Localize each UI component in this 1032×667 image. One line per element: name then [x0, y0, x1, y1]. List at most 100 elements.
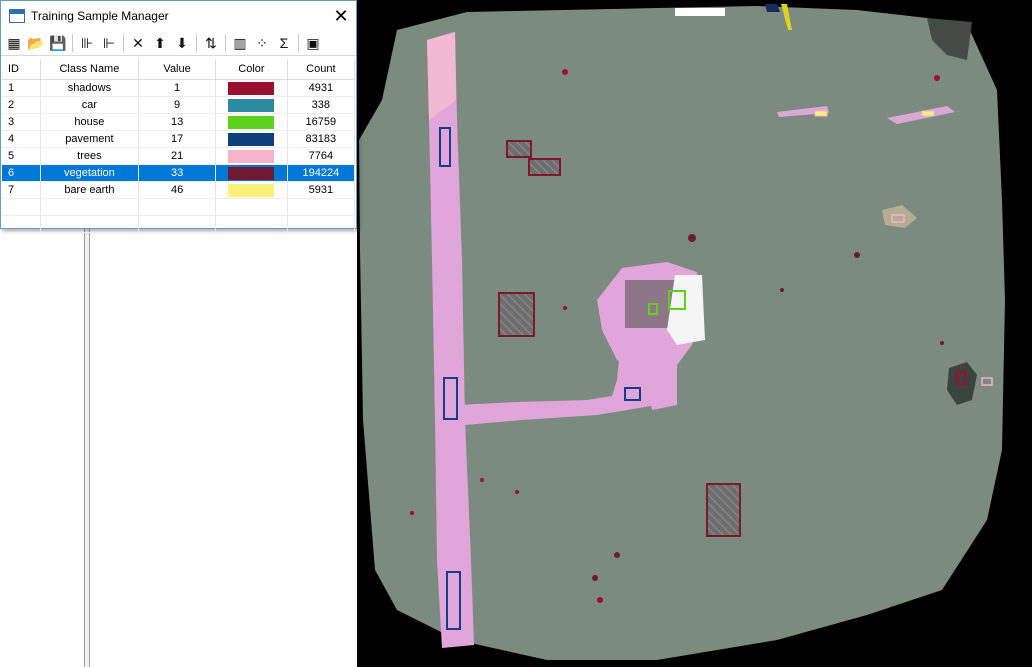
empty-cell	[215, 198, 288, 216]
sample-hatched-3	[498, 292, 535, 337]
cell-value: 46	[138, 181, 217, 199]
sort-icon[interactable]: ⇅	[200, 32, 222, 54]
header-count[interactable]: Count	[287, 59, 356, 80]
speck	[410, 511, 414, 515]
speck	[940, 341, 944, 345]
move-up-icon[interactable]: ⬆	[149, 32, 171, 54]
close-icon[interactable]: ✕	[326, 1, 356, 31]
empty-cell	[215, 215, 288, 233]
cell-value: 1	[138, 79, 217, 97]
table-row[interactable]: 6 vegetation 33 194224	[2, 164, 356, 182]
scatterplot-icon[interactable]: ⁘	[251, 32, 273, 54]
cell-id: 7	[2, 181, 41, 199]
cell-value: 17	[138, 130, 217, 148]
color-cell	[215, 113, 288, 131]
color-cell	[215, 147, 288, 165]
color-swatch[interactable]	[228, 115, 275, 129]
toolbar-separator	[298, 34, 299, 52]
edge-dark	[765, 4, 780, 12]
open-folder-icon[interactable]: 📂	[25, 32, 47, 54]
cell-count: 338	[287, 96, 356, 114]
title-bar[interactable]: Training Sample Manager ✕	[1, 1, 356, 31]
cell-name: shadows	[40, 79, 140, 97]
cell-name: trees	[40, 147, 140, 165]
header-id[interactable]: ID	[2, 59, 41, 80]
color-cell	[215, 130, 288, 148]
cell-value: 33	[138, 164, 217, 182]
color-cell	[215, 181, 288, 199]
table-row[interactable]: 1 shadows 1 4931	[2, 79, 356, 97]
empty-row	[2, 215, 356, 233]
merge-classes-icon[interactable]: ⊪	[76, 32, 98, 54]
cell-count: 194224	[287, 164, 356, 182]
color-swatch[interactable]	[228, 183, 275, 197]
table-row[interactable]: 3 house 13 16759	[2, 113, 356, 131]
cell-value: 9	[138, 96, 217, 114]
toolbar-separator	[196, 34, 197, 52]
cell-count: 5931	[287, 181, 356, 199]
speck	[562, 69, 568, 75]
cell-id: 4	[2, 130, 41, 148]
color-cell	[215, 96, 288, 114]
empty-cell	[40, 215, 140, 233]
move-down-icon[interactable]: ⬇	[171, 32, 193, 54]
header-class-name[interactable]: Class Name	[40, 59, 140, 80]
toolbar: ▦ 📂 💾 ⊪ ⊩ ✕ ⬆ ⬇ ⇅ ▥ ⁘ Σ ▣	[1, 31, 356, 56]
cell-id: 3	[2, 113, 41, 131]
speck	[515, 490, 519, 494]
color-swatch[interactable]	[228, 166, 275, 180]
speck	[854, 252, 860, 258]
cell-id: 5	[2, 147, 41, 165]
color-swatch[interactable]	[228, 149, 275, 163]
cell-name: house	[40, 113, 140, 131]
cell-name: car	[40, 96, 140, 114]
cell-id: 6	[2, 164, 41, 182]
header-color[interactable]: Color	[215, 59, 288, 80]
sample-hatched-1	[506, 140, 532, 158]
empty-cell	[287, 215, 356, 233]
empty-cell	[138, 215, 217, 233]
color-cell	[215, 79, 288, 97]
table-header-row: ID Class Name Value Color Count	[2, 59, 356, 80]
histogram-icon[interactable]: ▥	[229, 32, 251, 54]
color-swatch[interactable]	[228, 132, 275, 146]
header-value[interactable]: Value	[138, 59, 217, 80]
cell-value: 13	[138, 113, 217, 131]
toolbar-separator	[123, 34, 124, 52]
speck	[563, 306, 567, 310]
sample-trees-top-1	[814, 110, 828, 117]
empty-cell	[40, 198, 140, 216]
signature-icon[interactable]: ▣	[302, 32, 324, 54]
color-swatch[interactable]	[228, 98, 275, 112]
cell-value: 21	[138, 147, 217, 165]
statistics-icon[interactable]: Σ	[273, 32, 295, 54]
class-table[interactable]: ID Class Name Value Color Count 1 shadows…	[2, 59, 356, 233]
speck	[934, 75, 940, 81]
empty-cell	[287, 198, 356, 216]
color-swatch[interactable]	[228, 81, 275, 95]
window-title: Training Sample Manager	[31, 9, 169, 23]
speck	[592, 575, 598, 581]
save-icon[interactable]: 💾	[47, 32, 69, 54]
remove-class-icon[interactable]: ▦	[3, 32, 25, 54]
delete-icon[interactable]: ✕	[127, 32, 149, 54]
training-sample-manager-window[interactable]: Training Sample Manager ✕ ▦ 📂 💾 ⊪ ⊩ ✕ ⬆ ⬇ ⇅ ▥ ⁘ Σ ▣ …	[0, 0, 357, 233]
table-row[interactable]: 4 pavement 17 83183	[2, 130, 356, 148]
table-row[interactable]: 2 car 9 338	[2, 96, 356, 114]
empty-row	[2, 198, 356, 216]
pane-splitter[interactable]	[84, 228, 90, 667]
speck	[597, 597, 603, 603]
speck	[480, 478, 484, 482]
speck	[688, 234, 696, 242]
toolbar-separator	[225, 34, 226, 52]
cell-name: vegetation	[40, 164, 140, 182]
table-row[interactable]: 7 bare earth 46 5931	[2, 181, 356, 199]
empty-cell	[2, 198, 41, 216]
table-row[interactable]: 5 trees 21 7764	[2, 147, 356, 165]
toolbar-separator	[72, 34, 73, 52]
cell-count: 16759	[287, 113, 356, 131]
cell-count: 7764	[287, 147, 356, 165]
empty-cell	[138, 198, 217, 216]
split-class-icon[interactable]: ⊩	[98, 32, 120, 54]
classified-map[interactable]	[357, 0, 1032, 667]
